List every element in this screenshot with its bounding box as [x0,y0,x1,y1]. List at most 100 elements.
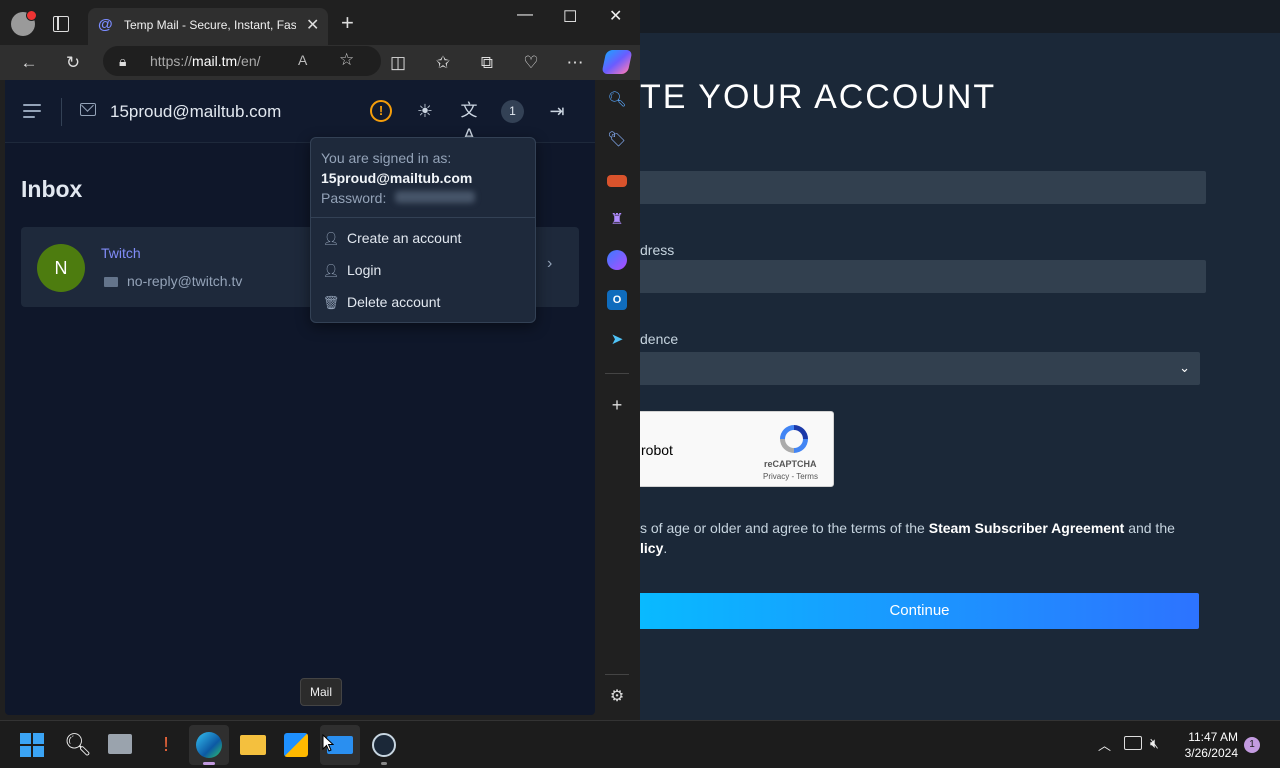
url-domain: mail.tm [192,53,238,69]
outlook-icon[interactable]: O [607,290,627,310]
minimize-button[interactable]: — [517,6,533,24]
close-window-button[interactable]: ✕ [609,6,622,26]
clock-date: 3/26/2024 [1184,746,1238,760]
agreement-period: . [663,540,668,556]
tools-icon[interactable] [607,175,627,187]
edge-taskbar-icon[interactable] [189,725,229,765]
profile-avatar[interactable] [11,10,37,36]
copilot-sidebar-icon[interactable] [607,250,627,270]
recaptcha-logo-icon [780,425,808,453]
theme-sun-icon[interactable]: ☀ [413,99,437,123]
new-tab-button[interactable]: + [341,12,354,34]
active-tab[interactable]: @ Temp Mail - Secure, Instant, Fast ✕ [88,8,328,45]
task-view-icon[interactable] [108,734,132,754]
message-sender: Twitch [101,245,141,261]
app-header: 15proud@mailtub.com ! ☀ 文A 1 ⇥ [5,80,595,144]
clock-time: 11:47 AM [1188,730,1238,744]
envelope-icon [80,103,96,116]
url-path: /en/ [237,53,261,69]
more-options-icon[interactable]: ⋯ [563,51,587,75]
shopping-tag-icon[interactable]: 🏷︎ [607,130,627,150]
user-plus-icon: 👤︎ [322,231,340,246]
tab-title: Temp Mail - Secure, Instant, Fast [124,18,296,32]
signed-in-label: You are signed in as: [321,150,452,166]
show-hidden-icons-chevron-up-icon[interactable]: ︿ [1098,735,1111,754]
delete-account-menu-item[interactable]: 🗑︎ Delete account [321,294,441,311]
file-explorer-icon[interactable] [240,735,266,755]
url-text[interactable]: https://mail.tm/en/ [150,53,261,69]
mailtm-favicon-icon: @ [98,16,113,33]
app-alert-icon[interactable]: ! [152,731,180,759]
lock-icon[interactable]: 🔒︎ [119,53,126,70]
account-count-badge[interactable]: 1 [501,100,524,123]
privacy-policy-link[interactable]: licy [640,540,663,556]
delete-account-label: Delete account [347,294,441,310]
message-from-address: no-reply@twitch.tv [127,273,243,289]
mouse-cursor-icon [322,734,334,752]
favorite-star-icon[interactable]: ☆ [339,50,354,70]
steam-subscriber-agreement-link[interactable]: Steam Subscriber Agreement [929,520,1125,536]
search-icon[interactable]: 🔍︎ [64,731,92,759]
maximize-button[interactable]: ☐ [563,7,577,27]
agreement-text-start: s of age or older and agree to the terms… [640,520,925,536]
windows-start-icon[interactable] [20,733,44,757]
add-icon[interactable]: + [607,395,627,415]
translate-icon[interactable]: 文A [457,99,481,144]
login-label: Login [347,262,382,278]
read-aloud-icon[interactable]: A [298,52,307,68]
steam-confirm-email-input[interactable] [600,260,1206,293]
steam-running-indicator [381,762,387,765]
split-screen-icon[interactable]: ◫ [386,51,410,75]
trash-icon: 🗑︎ [322,295,340,310]
active-indicator [203,762,215,765]
user-icon: 👤︎ [322,263,340,278]
back-arrow-icon[interactable]: ← [17,51,41,75]
address-bar[interactable]: 🔒︎ https://mail.tm/en/ A ☆ [103,46,381,76]
recaptcha-label: robot [641,442,673,458]
envelope-icon [104,277,118,287]
steam-continue-button[interactable]: Continue [600,593,1199,629]
tab-bar: @ Temp Mail - Secure, Instant, Fast ✕ + … [0,0,640,45]
games-icon[interactable]: ♜ [607,210,627,230]
header-divider [61,98,62,126]
sidebar-divider-bottom [605,674,629,675]
edge-sidebar: 🔍︎ 🏷︎ ♜ O ➤ + ⚙ [597,80,637,720]
account-dropdown-menu: You are signed in as: 15proud@mailtub.co… [310,137,536,323]
steam-residence-select[interactable]: ⌄ [600,352,1200,385]
notification-badge[interactable]: 1 [1244,737,1260,753]
login-menu-item[interactable]: 👤︎ Login [321,262,382,279]
chevron-down-icon: ⌄ [1179,360,1190,375]
menu-icon[interactable] [23,104,41,122]
alert-circle-icon[interactable]: ! [370,100,392,122]
url-scheme: https:// [150,53,193,69]
send-icon[interactable]: ➤ [607,330,627,350]
volume-muted-icon[interactable]: 🔇︎ [1150,735,1159,752]
search-icon[interactable]: 🔍︎ [607,90,627,110]
steam-email-input[interactable] [600,171,1206,204]
microsoft-store-icon[interactable] [284,733,308,757]
logout-icon[interactable]: ⇥ [545,99,569,123]
system-clock[interactable]: 11:47 AM 3/26/2024 [1182,729,1238,761]
sidebar-divider [605,373,629,374]
network-icon[interactable] [1124,736,1142,750]
copilot-icon[interactable] [601,50,633,74]
create-account-menu-item[interactable]: 👤︎ Create an account [321,230,462,247]
windows-taskbar: 🔍︎ ! ︿ 🔇︎ 11:47 AM 3/26/2024 1 [0,720,1280,768]
navigation-bar: ← ↻ 🔒︎ https://mail.tm/en/ A ☆ ◫ ✩ ⧉ ♡ ⋯ [0,45,640,80]
steam-confirm-email-label: dress [640,242,675,258]
close-tab-icon[interactable]: ✕ [306,15,319,35]
create-account-label: Create an account [347,230,462,246]
steam-icon[interactable] [372,733,396,757]
favorites-icon[interactable]: ✩ [431,51,455,75]
current-email-address[interactable]: 15proud@mailtub.com [110,102,281,122]
password-value-blurred[interactable] [395,191,475,203]
password-label: Password: [321,190,387,206]
mail-tooltip: Mail [300,678,342,706]
collections-icon[interactable]: ⧉ [475,51,499,75]
browser-essentials-icon[interactable]: ♡ [519,51,543,75]
tab-actions-icon[interactable] [53,16,69,32]
settings-gear-icon[interactable]: ⚙ [607,687,627,707]
steam-residence-label: dence [640,331,679,347]
edge-browser-window: @ Temp Mail - Secure, Instant, Fast ✕ + … [0,0,640,720]
refresh-icon[interactable]: ↻ [61,51,85,75]
